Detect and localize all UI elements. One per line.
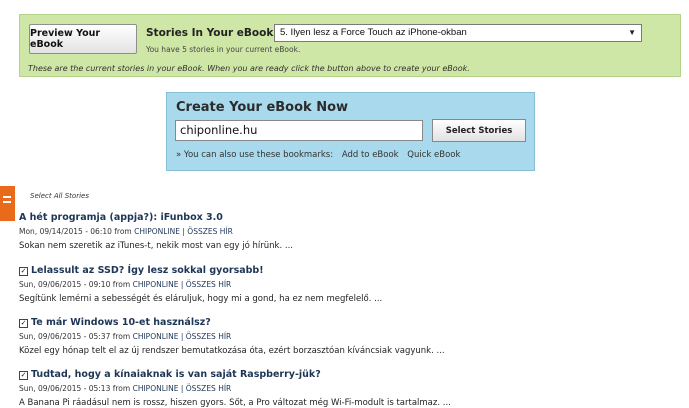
- site-url-input[interactable]: chiponline.hu: [175, 120, 423, 141]
- story-item: ✓ Te már Windows 10-et használsz? Sun, 09…: [19, 317, 445, 356]
- story-title-link[interactable]: ✓ Lelassult az SSD? Így lesz sokkal gyors…: [19, 265, 382, 276]
- select-all-stories-link[interactable]: Select All Stories: [30, 192, 89, 200]
- story-date: Sun, 09/06/2015 - 05:37 from: [19, 332, 131, 341]
- story-title-link[interactable]: A hét programja (appja?): iFunbox 3.0: [19, 212, 293, 223]
- create-ebook-panel: Create Your eBook Now chiponline.hu Sele…: [166, 92, 535, 171]
- story-title-text: Te már Windows 10-et használsz?: [31, 317, 211, 328]
- story-source: CHIPONLINE | ÖSSZES HÍR: [132, 280, 232, 289]
- panel-note: These are the current stories in your eB…: [28, 64, 470, 73]
- story-meta: Sun, 09/06/2015 - 05:13 from CHIPONLINE …: [19, 384, 451, 393]
- story-meta: Sun, 09/06/2015 - 05:37 from CHIPONLINE …: [19, 332, 445, 341]
- add-to-ebook-link[interactable]: Add to eBook: [342, 150, 399, 160]
- preview-ebook-button[interactable]: Preview Your eBook: [29, 24, 137, 54]
- story-meta: Sun, 09/06/2015 - 09:10 from CHIPONLINE …: [19, 280, 382, 289]
- story-meta: Mon, 09/14/2015 - 06:10 from CHIPONLINE …: [19, 227, 293, 236]
- story-description: Segítünk lemérni a sebességét és elárulj…: [19, 294, 383, 304]
- stories-dropdown-value: 5. Ilyen lesz a Force Touch az iPhone-ok…: [280, 27, 467, 38]
- story-title-text: Tudtad, hogy a kínaiaknak is van saját R…: [31, 369, 321, 380]
- bookmarks-line: » You can also use these bookmarks: Add …: [176, 150, 460, 160]
- stories-label: Stories In Your eBook:: [146, 27, 278, 39]
- story-item: ✓ Lelassult az SSD? Így lesz sokkal gyors…: [19, 265, 382, 304]
- story-description: Sokan nem szeretik az iTunes-t, nekik mo…: [19, 241, 293, 251]
- story-item: A hét programja (appja?): iFunbox 3.0 Mo…: [19, 212, 293, 251]
- stories-count-text: You have 5 stories in your current eBook…: [146, 45, 301, 54]
- story-title-link[interactable]: ✓ Tudtad, hogy a kínaiaknak is van saját …: [19, 369, 451, 380]
- story-description: Közel egy hónap telt el az új rendszer b…: [19, 346, 445, 356]
- story-checkbox[interactable]: ✓: [19, 371, 28, 380]
- dropdown-arrow-icon: ▼: [628, 28, 636, 37]
- create-ebook-title: Create Your eBook Now: [176, 100, 349, 115]
- story-checkbox[interactable]: ✓: [19, 319, 28, 328]
- select-stories-button[interactable]: Select Stories: [432, 119, 526, 142]
- quick-ebook-link[interactable]: Quick eBook: [407, 150, 460, 160]
- story-checkbox[interactable]: ✓: [19, 267, 28, 276]
- story-title-link[interactable]: ✓ Te már Windows 10-et használsz?: [19, 317, 445, 328]
- story-source: CHIPONLINE | ÖSSZES HÍR: [134, 227, 233, 236]
- story-item: ✓ Tudtad, hogy a kínaiaknak is van saját …: [19, 369, 451, 408]
- story-title-text: Lelassult az SSD? Így lesz sokkal gyorsa…: [31, 265, 264, 276]
- side-accent-tab: [0, 186, 15, 221]
- story-date: Mon, 09/14/2015 - 06:10 from: [19, 227, 132, 236]
- bookmarks-prefix: » You can also use these bookmarks:: [176, 150, 334, 160]
- story-source: CHIPONLINE | ÖSSZES HÍR: [132, 384, 232, 393]
- ebook-stories-panel: Preview Your eBook Stories In Your eBook…: [19, 14, 681, 77]
- story-date: Sun, 09/06/2015 - 09:10 from: [19, 280, 131, 289]
- story-date: Sun, 09/06/2015 - 05:13 from: [19, 384, 131, 393]
- stories-dropdown[interactable]: 5. Ilyen lesz a Force Touch az iPhone-ok…: [274, 24, 642, 42]
- story-source: CHIPONLINE | ÖSSZES HÍR: [132, 332, 232, 341]
- story-title-text: A hét programja (appja?): iFunbox 3.0: [19, 212, 223, 223]
- menu-icon: [3, 196, 11, 198]
